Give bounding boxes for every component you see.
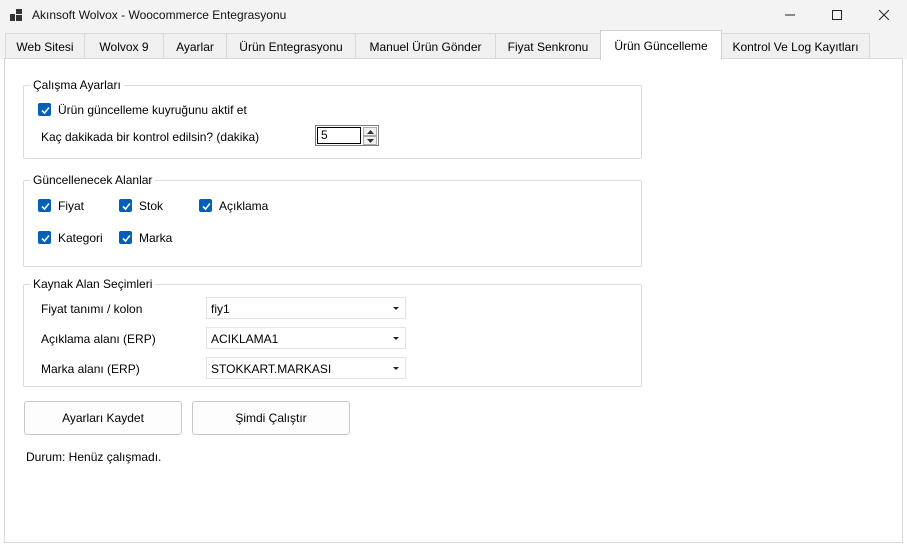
minimize-button[interactable] bbox=[767, 0, 813, 30]
close-button[interactable] bbox=[861, 0, 907, 30]
maximize-button[interactable] bbox=[814, 0, 860, 30]
group-title: Kaynak Alan Seçimleri bbox=[30, 277, 156, 291]
checkmark-icon bbox=[202, 202, 211, 211]
queue-active-label[interactable]: Ürün güncelleme kuyruğunu aktif et bbox=[58, 103, 247, 117]
tab-ayarlar[interactable]: Ayarlar bbox=[163, 33, 227, 59]
tab-wolvox-9[interactable]: Wolvox 9 bbox=[84, 33, 164, 59]
spin-up-button[interactable] bbox=[363, 127, 377, 136]
dropdown-arrow-icon bbox=[391, 303, 401, 313]
close-icon bbox=[879, 10, 889, 20]
tab-label: Ürün Güncelleme bbox=[614, 38, 708, 53]
checkmark-icon bbox=[41, 202, 50, 211]
tab-label: Wolvox 9 bbox=[99, 39, 149, 54]
select-value: ACIKLAMA1 bbox=[211, 332, 279, 346]
select-value: fiy1 bbox=[211, 302, 230, 316]
work-settings-group: Çalışma Ayarları Ürün güncelleme kuyruğu… bbox=[23, 78, 642, 159]
tab-fiyat-senkronu[interactable]: Fiyat Senkronu bbox=[495, 33, 601, 59]
source-brand-label: Marka alanı (ERP) bbox=[41, 362, 140, 376]
tab-web-sitesi[interactable]: Web Sitesi bbox=[5, 33, 85, 59]
window-title: Akınsoft Wolvox - Woocommerce Entegrasyo… bbox=[32, 8, 287, 22]
checkmark-icon bbox=[41, 106, 50, 115]
field-stok-checkbox[interactable] bbox=[119, 199, 132, 212]
dropdown-arrow-icon bbox=[391, 363, 401, 373]
tab-kontrol-ve-log-kayitlari[interactable]: Kontrol Ve Log Kayıtları bbox=[721, 33, 870, 59]
tab-label: Manuel Ürün Gönder bbox=[369, 39, 482, 54]
maximize-icon bbox=[832, 10, 842, 20]
field-kategori-label[interactable]: Kategori bbox=[58, 231, 103, 245]
field-kategori-checkbox[interactable] bbox=[38, 231, 51, 244]
select-value: STOKKART.MARKASI bbox=[211, 362, 332, 376]
interval-input[interactable]: 5 bbox=[317, 127, 361, 144]
description-field-select[interactable]: ACIKLAMA1 bbox=[206, 327, 406, 349]
app-icon bbox=[10, 9, 22, 21]
tab-strip: Web Sitesi Wolvox 9 Ayarlar Ürün Entegra… bbox=[0, 30, 907, 60]
status-text: Durum: Henüz çalışmadı. bbox=[26, 450, 162, 464]
field-marka-checkbox[interactable] bbox=[119, 231, 132, 244]
group-title: Çalışma Ayarları bbox=[30, 78, 124, 92]
save-settings-button[interactable]: Ayarları Kaydet bbox=[24, 401, 182, 435]
field-stok-label[interactable]: Stok bbox=[139, 199, 163, 213]
dropdown-arrow-icon bbox=[391, 333, 401, 343]
tab-label: Ayarlar bbox=[176, 39, 214, 54]
interval-numeric[interactable]: 5 bbox=[315, 125, 379, 146]
field-fiyat-label[interactable]: Fiyat bbox=[58, 199, 84, 213]
brand-field-select[interactable]: STOKKART.MARKASI bbox=[206, 357, 406, 379]
source-description-label: Açıklama alanı (ERP) bbox=[41, 332, 156, 346]
tab-urun-guncelleme[interactable]: Ürün Güncelleme bbox=[600, 30, 722, 60]
source-price-label: Fiyat tanımı / kolon bbox=[41, 302, 143, 316]
title-bar[interactable]: Akınsoft Wolvox - Woocommerce Entegrasyo… bbox=[0, 0, 907, 30]
tab-urun-entegrasyonu[interactable]: Ürün Entegrasyonu bbox=[226, 33, 356, 59]
tab-page-urun-guncelleme: Çalışma Ayarları Ürün güncelleme kuyruğu… bbox=[4, 58, 903, 543]
chevron-up-icon bbox=[366, 129, 374, 134]
source-group: Kaynak Alan Seçimleri Fiyat tanımı / kol… bbox=[23, 277, 642, 387]
app-window: Akınsoft Wolvox - Woocommerce Entegrasyo… bbox=[0, 0, 907, 547]
tab-label: Web Sitesi bbox=[16, 39, 74, 54]
field-marka-label[interactable]: Marka bbox=[139, 231, 172, 245]
field-aciklama-label[interactable]: Açıklama bbox=[219, 199, 268, 213]
interval-label: Kaç dakikada bir kontrol edilsin? (dakik… bbox=[41, 130, 260, 144]
spin-down-button[interactable] bbox=[363, 136, 377, 145]
tab-label: Kontrol Ve Log Kayıtları bbox=[732, 39, 859, 54]
run-now-button[interactable]: Şimdi Çalıştır bbox=[192, 401, 350, 435]
checkmark-icon bbox=[122, 234, 131, 243]
price-column-select[interactable]: fiy1 bbox=[206, 297, 406, 319]
field-fiyat-checkbox[interactable] bbox=[38, 199, 51, 212]
tab-label: Fiyat Senkronu bbox=[507, 39, 589, 54]
minimize-icon bbox=[785, 14, 795, 16]
chevron-down-icon bbox=[366, 138, 374, 143]
checkmark-icon bbox=[41, 234, 50, 243]
tab-label: Ürün Entegrasyonu bbox=[239, 39, 343, 54]
group-title: Güncellenecek Alanlar bbox=[30, 173, 156, 187]
tab-manuel-urun-gonder[interactable]: Manuel Ürün Gönder bbox=[355, 33, 496, 59]
field-aciklama-checkbox[interactable] bbox=[199, 199, 212, 212]
fields-group: Güncellenecek Alanlar Fiyat Stok Açıklam… bbox=[23, 173, 642, 267]
queue-active-checkbox[interactable] bbox=[38, 103, 51, 116]
checkmark-icon bbox=[122, 202, 131, 211]
